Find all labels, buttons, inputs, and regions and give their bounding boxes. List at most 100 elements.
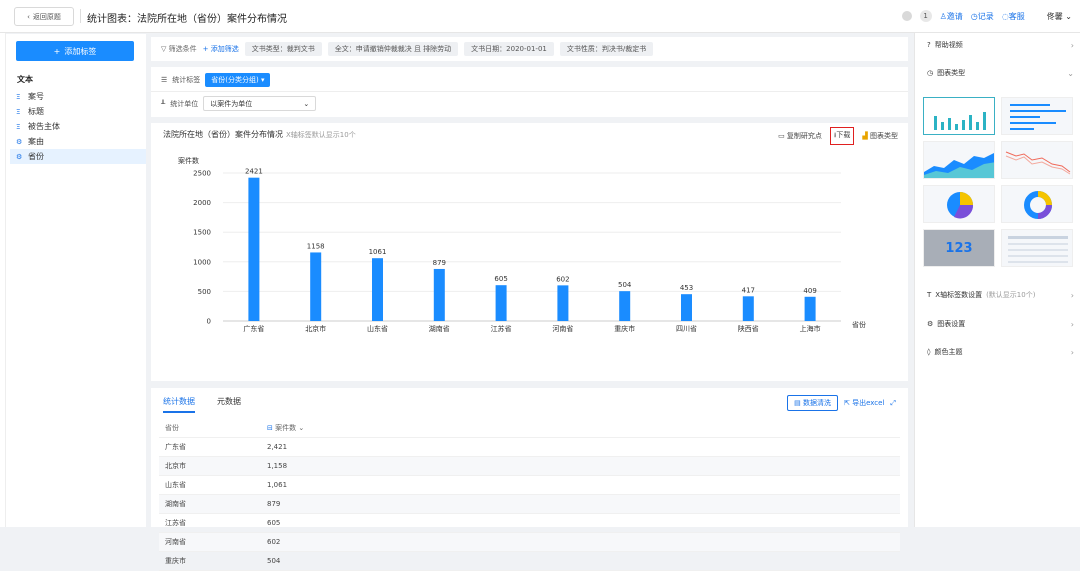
area-chart-thumb-icon <box>924 153 994 178</box>
plus-icon: + <box>53 46 61 56</box>
invite-link[interactable]: ♙邀请 <box>940 11 963 22</box>
right-panel: ? 帮助视频 › ◷ 图表类型 ⌄ 123 T X轴标签数设置 (默认显示10个… <box>914 33 1080 527</box>
y-tick-label: 1500 <box>193 229 211 237</box>
chevron-left-icon: ‹ <box>27 12 30 21</box>
area-chart-thumb[interactable] <box>923 141 995 179</box>
data-table: 省份 ⊟ 案件数 ⌄ 广东省 2,421 北京市 1,158 山东省 1,061 湖南… <box>159 419 900 571</box>
table-row: 山东省 1,061 <box>159 476 900 495</box>
y-tick-label: 500 <box>198 288 211 296</box>
stat-unit-select[interactable]: 以案件为单位 ⌄ <box>203 96 317 111</box>
sidebar-list: Ξ 案号 Ξ 标题 Ξ 被告主体 ⚙ 案由 ⚙ 省份 <box>10 89 146 164</box>
sidebar-item-label: 案由 <box>28 137 44 146</box>
cell-count: 879 <box>267 500 281 508</box>
download-button[interactable]: ⭳下载 <box>829 127 855 145</box>
table-header-row: 省份 ⊟ 案件数 ⌄ <box>159 419 900 438</box>
x-tick-label: 四川省 <box>676 324 697 333</box>
notification-badge[interactable]: 1 <box>919 10 932 22</box>
text-icon: Ξ <box>16 92 21 101</box>
tree-icon: ⚙ <box>16 152 23 161</box>
cell-count: 1,158 <box>267 462 288 470</box>
stat-unit-label: 统计单位 <box>170 99 199 108</box>
chevron-down-icon: ⌄ <box>298 424 305 432</box>
number-card-thumb[interactable]: 123 <box>923 229 995 267</box>
copy-research-button[interactable]: ▭ 复制研究点 <box>778 131 822 141</box>
stat-tag-select[interactable]: 省份(分类分组) ▾ <box>205 73 271 87</box>
table-row: 河南省 602 <box>159 533 900 552</box>
record-link[interactable]: ◷记录 <box>971 11 994 22</box>
filter-icon: ▽ <box>161 45 167 53</box>
cell-count: 1,061 <box>267 481 288 489</box>
divider <box>151 91 908 92</box>
pie-chart-thumb[interactable] <box>923 185 995 223</box>
text-icon: Ξ <box>16 107 21 116</box>
clock-icon: ◷ <box>927 69 934 77</box>
chart-panel: 法院所在地（省份）案件分布情况 X轴标签默认显示10个 ▭ 复制研究点 ⭳下载 ▟… <box>151 123 908 381</box>
help-video-row[interactable]: ? 帮助视频 › <box>927 40 1074 50</box>
sidebar-item-defendant[interactable]: Ξ 被告主体 <box>10 119 146 134</box>
filter-label-text: 筛选条件 <box>168 45 197 53</box>
sidebar-item-title[interactable]: Ξ 标题 <box>10 104 146 119</box>
column-header-province: 省份 <box>165 424 179 432</box>
chevron-down-icon: ⌄ <box>303 99 310 108</box>
export-excel-button[interactable]: ⇱ 导出excel <box>844 398 884 408</box>
color-theme-row[interactable]: ◊ 颜色主题 › <box>927 347 1074 357</box>
add-tag-button[interactable]: + 添加标签 <box>16 41 134 61</box>
cell-province: 河南省 <box>165 538 186 546</box>
filter-chip[interactable]: 文书类型：裁判文书 <box>244 42 322 56</box>
line-chart-thumb[interactable] <box>1001 141 1073 179</box>
bar-chart-icon: ▟ <box>862 132 868 140</box>
data-clean-button[interactable]: ▤ 数据清洗 <box>787 395 838 411</box>
x-tick-label: 江苏省 <box>491 324 512 333</box>
chevron-down-icon: ⌄ <box>1065 11 1072 21</box>
bar-chart: 案件数 0 500 1000 1500 2000 2500 2421 广东省 1158 北京市 106… <box>178 156 866 333</box>
horizontal-bar-thumb-icon <box>1010 104 1066 130</box>
bar <box>310 252 322 321</box>
column-header-count[interactable]: ⊟ 案件数 ⌄ <box>263 423 304 433</box>
xaxis-setting-hint: (默认显示10个) <box>986 291 1036 299</box>
y-axis-label: 案件数 <box>178 156 199 165</box>
sidebar-item-label: 省份 <box>28 152 44 161</box>
expand-icon[interactable]: ⤢ <box>890 399 896 408</box>
data-label: 602 <box>556 275 569 283</box>
sidebar-item-cause[interactable]: ⚙ 案由 <box>10 134 146 149</box>
number-card-thumb-value: 123 <box>945 240 973 256</box>
x-tick-label: 河南省 <box>552 324 573 333</box>
top-right-actions: 1 ♙邀请 ◷记录 ◌客服 佟馨 ⌄ <box>901 10 1072 22</box>
chart-tools: ▭ 复制研究点 ⭳下载 ▟ 图表类型 <box>778 127 898 145</box>
user-menu[interactable]: 佟馨 ⌄ <box>1047 11 1072 22</box>
x-tick-label: 湖南省 <box>429 324 450 333</box>
sidebar-item-province[interactable]: ⚙ 省份 <box>10 149 146 164</box>
chart-type-button[interactable]: ▟ 图表类型 <box>862 131 898 141</box>
sidebar-item-case-number[interactable]: Ξ 案号 <box>10 89 146 104</box>
filter-chip[interactable]: 全文：申请撤销仲裁裁决 且 排除劳动 <box>327 42 459 56</box>
add-filter-button[interactable]: + 添加筛选 <box>203 44 239 54</box>
chart-types-row[interactable]: ◷ 图表类型 ⌄ <box>927 68 1074 78</box>
xaxis-setting-row[interactable]: T X轴标签数设置 (默认显示10个) › <box>927 290 1074 300</box>
service-link[interactable]: ◌客服 <box>1002 11 1025 22</box>
invite-label: 邀请 <box>946 11 963 21</box>
bar <box>495 285 507 321</box>
table-thumb-icon <box>1008 236 1068 263</box>
tab-metadata[interactable]: 元数据 <box>217 396 241 413</box>
status-dot-icon <box>901 11 912 21</box>
user-name: 佟馨 <box>1046 11 1063 21</box>
table-row: 广东省 2,421 <box>159 438 900 457</box>
filter-chip[interactable]: 文书日期：2020-01-01 <box>464 42 554 56</box>
stat-tag-row: ☰ 统计标签 省份(分类分组) ▾ <box>161 73 271 87</box>
donut-chart-thumb[interactable] <box>1001 185 1073 223</box>
chart-title: 法院所在地（省份）案件分布情况 X轴标签默认显示10个 <box>163 129 356 140</box>
add-tag-label: 添加标签 <box>64 46 97 56</box>
bar-chart-thumb[interactable] <box>923 97 995 135</box>
droplet-icon: ◊ <box>927 348 931 356</box>
chart-setting-row[interactable]: ⚙ 图表设置 › <box>927 319 1074 329</box>
horizontal-bar-thumb[interactable] <box>1001 97 1073 135</box>
data-label: 504 <box>618 281 632 289</box>
filter-chip[interactable]: 文书性质：判决书/裁定书 <box>559 42 654 56</box>
sort-icon: ⊟ <box>267 424 273 432</box>
back-button[interactable]: ‹ 返回原题 <box>14 7 74 26</box>
tab-statistics[interactable]: 统计数据 <box>163 396 195 413</box>
chart-title-text: 法院所在地（省份）案件分布情况 <box>163 130 283 139</box>
table-thumb[interactable] <box>1001 229 1073 267</box>
bar-chart-thumb-icon <box>934 112 986 130</box>
stat-settings: ☰ 统计标签 省份(分类分组) ▾ ╨ 统计单位 以案件为单位 ⌄ <box>151 67 908 117</box>
